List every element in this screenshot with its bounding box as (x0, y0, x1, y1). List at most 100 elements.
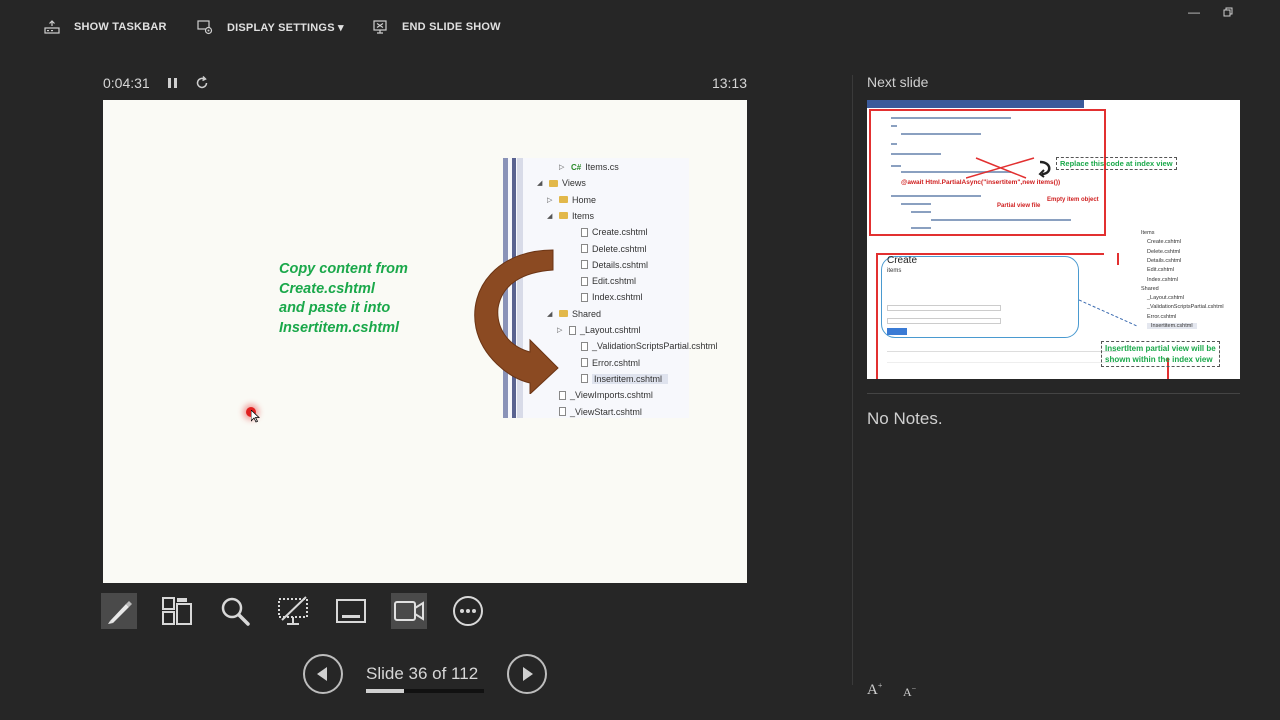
thumb-red-line (1117, 253, 1119, 265)
more-options-button[interactable] (450, 593, 486, 629)
thumb-form-input (887, 305, 1001, 311)
mouse-cursor-icon (251, 410, 260, 423)
next-slide-label: Next slide (867, 74, 929, 90)
file-icon (581, 276, 588, 286)
thumb-tree-item: Shared (1141, 285, 1159, 292)
thumb-code-line (891, 125, 897, 127)
thumb-tree-item: Insertitem.cshtml (1147, 323, 1197, 329)
csharp-file-icon: C# (571, 162, 582, 172)
screen-off-icon (278, 596, 308, 625)
next-slide-button[interactable] (507, 654, 547, 694)
reset-timer-icon[interactable] (194, 75, 210, 91)
minimize-button[interactable]: — (1184, 4, 1204, 20)
decrease-font-button[interactable]: A− (903, 684, 916, 700)
magnifier-icon (221, 597, 250, 626)
thumb-form-subtitle: items (887, 268, 902, 274)
slide-text-line: and paste it into (279, 300, 391, 316)
pen-icon (108, 601, 132, 624)
thumb-code-line (901, 203, 931, 205)
grid-slides-icon (162, 597, 192, 625)
slide-progress-fill (366, 689, 404, 693)
slide-progress-bar (366, 689, 484, 693)
slide-body-text: Copy content from Create.cshtml and past… (279, 260, 408, 338)
tree-item: Edit.cshtml (569, 276, 636, 286)
thumb-form-title: Create (887, 255, 918, 266)
tree-item-label: Shared (572, 308, 602, 319)
thumb-tree-item: Index.cshtml (1147, 276, 1178, 283)
end-show-icon (373, 20, 387, 34)
slide-text-line: Create.cshtml (279, 280, 375, 297)
zoom-button[interactable] (217, 593, 253, 629)
file-icon (581, 260, 588, 270)
expand-arrow-icon: ▷ (559, 164, 565, 171)
curved-arrow-icon (474, 249, 559, 394)
current-clock: 13:13 (711, 75, 747, 91)
tree-item-label: _ViewImports.cshtml (570, 390, 653, 401)
end-slide-show-label: END SLIDE SHOW (402, 21, 501, 33)
end-slide-show-button[interactable]: END SLIDE SHOW (372, 16, 501, 38)
display-settings-button[interactable]: DISPLAY SETTINGS ▾ (197, 16, 344, 38)
previous-arrow-icon (317, 667, 327, 681)
thumb-tree-item: _Layout.cshtml (1147, 295, 1184, 302)
thumb-replace-note: Replace this code at index view (1056, 157, 1177, 170)
thumb-code-line (891, 153, 941, 155)
restore-icon (1223, 7, 1233, 17)
folder-icon (559, 196, 568, 204)
subtitles-icon (336, 599, 366, 623)
thumb-code-line (901, 133, 981, 135)
file-icon (581, 374, 588, 384)
display-settings-label: DISPLAY SETTINGS ▾ (227, 21, 344, 34)
slide-counter: Slide 36 of 112 (366, 664, 479, 683)
thumb-code-line (891, 195, 981, 197)
thumb-code-line (891, 143, 897, 145)
expand-arrow-icon: ▷ (547, 196, 553, 204)
see-all-slides-button[interactable] (159, 593, 195, 629)
folder-icon (549, 179, 558, 187)
thumb-code-line (891, 117, 1011, 119)
file-icon (569, 325, 576, 335)
tree-item: ◢ Items (547, 211, 594, 221)
expand-arrow-icon: ◢ (537, 180, 543, 188)
tree-item: ▷ Home (547, 195, 596, 205)
tree-item-label: Edit.cshtml (592, 276, 637, 287)
current-slide[interactable]: Copy content from Create.cshtml and past… (103, 100, 747, 583)
thumb-table-rule (887, 362, 1117, 363)
increase-font-icon: A+ (867, 681, 883, 698)
next-slide-thumbnail[interactable]: @await Html.PartialAsync("insertitem",ne… (867, 100, 1240, 379)
file-icon (581, 227, 588, 237)
tree-item-label: Insertitem.cshtml (592, 373, 669, 384)
tree-item-label: Error.cshtml (592, 357, 641, 368)
next-arrow-icon (523, 667, 533, 681)
tree-item: _ValidationScriptsPartial.cshtml (569, 341, 717, 351)
video-camera-icon (394, 601, 424, 621)
restore-button[interactable] (1218, 4, 1238, 20)
thumb-cross-out-icon (966, 157, 1035, 179)
thumb-tree-item: Error.cshtml (1147, 313, 1177, 320)
thumb-form-input (887, 318, 1001, 324)
tree-item: Details.cshtml (569, 260, 648, 270)
thumb-code-line (891, 165, 901, 167)
camera-button[interactable] (391, 593, 427, 629)
tree-item: Index.cshtml (569, 292, 643, 302)
speaker-notes: No Notes. (867, 409, 943, 428)
black-screen-button[interactable] (275, 593, 311, 629)
tree-item: _ViewStart.cshtml (547, 407, 642, 417)
minimize-icon: — (1188, 5, 1200, 19)
tree-item-label: _Layout.cshtml (580, 325, 641, 335)
tree-item-label: Delete.cshtml (592, 243, 647, 254)
thumb-form-oval (881, 256, 1079, 338)
file-icon (559, 407, 566, 416)
pause-timer-icon[interactable] (166, 74, 180, 92)
thumb-tree-item: Details.cshtml (1147, 257, 1182, 264)
thumb-code-line (911, 211, 931, 213)
subtitles-button[interactable] (333, 593, 369, 629)
previous-slide-button[interactable] (303, 654, 343, 694)
pen-tool-button[interactable] (101, 593, 137, 629)
thumb-tree-item: Items (1141, 230, 1155, 236)
thumb-partial-note-line: shown within the index view (1105, 355, 1213, 364)
display-settings-icon (197, 20, 213, 35)
tree-item-label: Views (562, 178, 586, 189)
taskbar-icon (44, 20, 60, 34)
show-taskbar-button[interactable]: SHOW TASKBAR (44, 16, 167, 38)
increase-font-button[interactable]: A+ (867, 681, 882, 699)
